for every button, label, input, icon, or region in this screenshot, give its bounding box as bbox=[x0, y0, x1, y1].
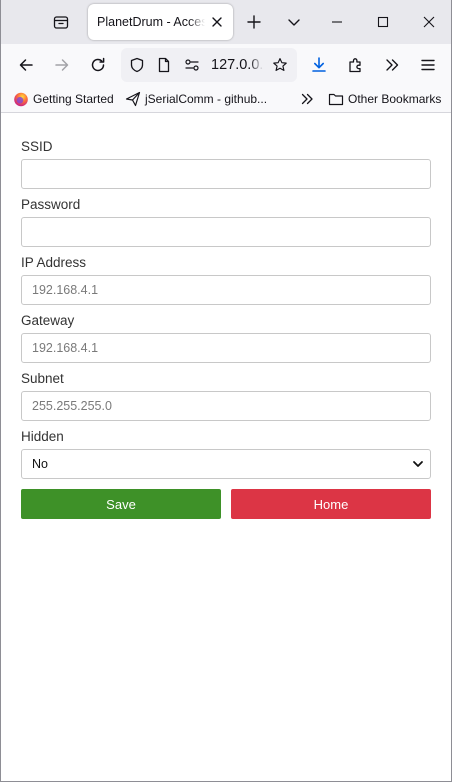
list-all-tabs-button[interactable] bbox=[278, 6, 310, 38]
archive-icon bbox=[53, 16, 69, 29]
arrow-right-icon bbox=[55, 59, 69, 71]
home-button[interactable]: Home bbox=[231, 489, 431, 519]
more-tools-button[interactable] bbox=[377, 50, 407, 80]
ip-address-label: IP Address bbox=[21, 255, 87, 270]
firefox-icon bbox=[13, 91, 29, 107]
extensions-button[interactable] bbox=[341, 50, 371, 80]
puzzle-icon bbox=[349, 58, 361, 73]
chevron-down-icon bbox=[413, 461, 423, 467]
hidden-select[interactable]: No bbox=[21, 449, 431, 479]
hidden-label: Hidden bbox=[21, 429, 64, 444]
other-bookmarks-label: Other Bookmarks bbox=[348, 92, 442, 106]
bookmark-getting-started[interactable]: Getting Started bbox=[13, 90, 114, 108]
minimize-button[interactable] bbox=[321, 6, 353, 38]
double-chevron-right-icon bbox=[386, 59, 399, 71]
bookmarks-toolbar: Getting Started jSerialComm - github... … bbox=[1, 86, 451, 113]
bookmark-label: jSerialComm - github... bbox=[145, 92, 268, 106]
minimize-icon bbox=[332, 21, 342, 23]
forward-button[interactable] bbox=[47, 50, 77, 80]
save-button[interactable]: Save bbox=[21, 489, 221, 519]
subnet-label: Subnet bbox=[21, 371, 64, 386]
tab-strip: PlanetDrum - Access Point bbox=[1, 0, 451, 44]
close-window-button[interactable] bbox=[413, 6, 445, 38]
permissions-icon[interactable] bbox=[184, 57, 200, 73]
reload-icon bbox=[91, 57, 105, 72]
bookmarks-overflow-button[interactable] bbox=[299, 90, 319, 108]
maximize-button[interactable] bbox=[367, 6, 399, 38]
hidden-select-value: No bbox=[32, 457, 48, 471]
ssid-input[interactable] bbox=[21, 159, 431, 189]
page-icon[interactable] bbox=[156, 57, 172, 73]
folder-icon bbox=[328, 91, 344, 107]
shield-icon[interactable] bbox=[129, 57, 145, 73]
bookmark-jserialcomm[interactable]: jSerialComm - github... bbox=[125, 90, 267, 108]
double-chevron-right-icon bbox=[299, 91, 315, 107]
hamburger-menu-icon bbox=[421, 59, 435, 71]
paper-plane-icon bbox=[125, 91, 141, 107]
active-tab[interactable]: PlanetDrum - Access Point bbox=[88, 4, 233, 40]
bookmark-star-icon[interactable] bbox=[272, 57, 288, 73]
gateway-input[interactable] bbox=[21, 333, 431, 363]
password-input[interactable] bbox=[21, 217, 431, 247]
menu-button[interactable] bbox=[413, 50, 443, 80]
ssid-label: SSID bbox=[21, 139, 53, 154]
url-text[interactable]: 127.0.0.1 bbox=[211, 57, 263, 73]
ip-address-input[interactable] bbox=[21, 275, 431, 305]
maximize-icon bbox=[377, 16, 389, 28]
tab-title: PlanetDrum - Access Point bbox=[97, 15, 205, 29]
back-button[interactable] bbox=[11, 50, 41, 80]
password-label: Password bbox=[21, 197, 81, 212]
chevron-down-icon bbox=[288, 19, 300, 26]
url-bar[interactable]: 127.0.0.1 bbox=[121, 48, 297, 82]
new-tab-button[interactable] bbox=[238, 6, 270, 38]
arrow-left-icon bbox=[19, 59, 33, 71]
tab-list-button[interactable] bbox=[45, 8, 77, 36]
reload-button[interactable] bbox=[83, 50, 113, 80]
subnet-input[interactable] bbox=[21, 391, 431, 421]
gateway-label: Gateway bbox=[21, 313, 75, 328]
downloads-button[interactable] bbox=[304, 50, 334, 80]
download-icon bbox=[312, 57, 326, 72]
bookmark-label: Getting Started bbox=[33, 92, 114, 106]
plus-icon bbox=[247, 15, 261, 29]
other-bookmarks-folder[interactable]: Other Bookmarks bbox=[328, 90, 441, 108]
close-tab-icon[interactable] bbox=[209, 14, 225, 30]
navigation-toolbar: 127.0.0.1 bbox=[1, 44, 451, 86]
close-icon bbox=[423, 16, 435, 28]
